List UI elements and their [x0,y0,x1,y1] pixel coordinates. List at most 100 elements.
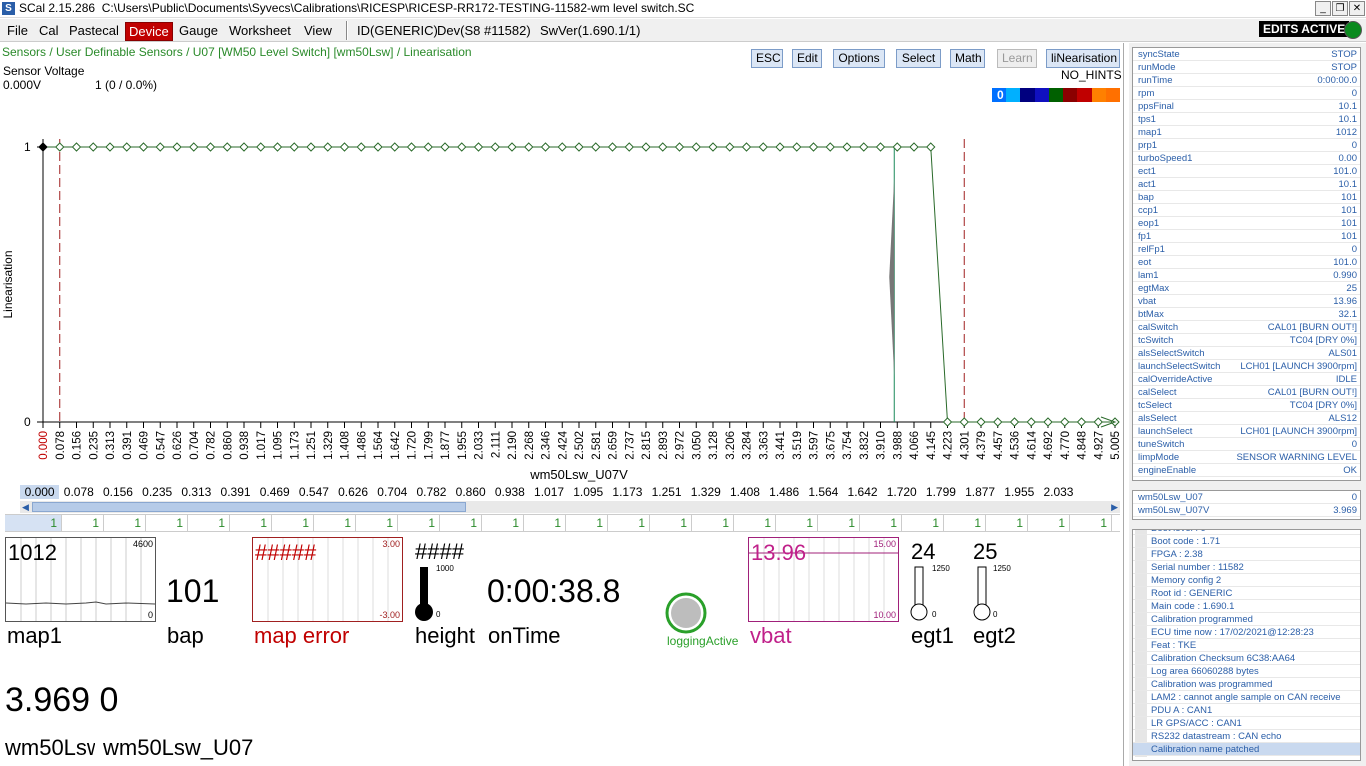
cell-axis-value[interactable]: 0.860 [451,485,490,499]
cell-axis-value[interactable]: 1.955 [1000,485,1039,499]
scroll-right-icon[interactable]: ▶ [1111,501,1118,513]
cell-value[interactable]: 1 [860,515,902,531]
cell-axis-value[interactable]: 0.156 [98,485,137,499]
minimize-button[interactable]: _ [1315,1,1331,16]
cell-value[interactable]: 1 [1112,515,1120,531]
cell-axis-value[interactable]: 1.720 [882,485,921,499]
cell-axis-value[interactable]: 1.799 [921,485,960,499]
status-row[interactable]: btMax 32.1 [1133,308,1360,321]
cell-value[interactable]: 1 [482,515,524,531]
cell-value[interactable]: 1 [692,515,734,531]
cell-axis-value[interactable]: 0.078 [59,485,98,499]
cell-axis-value[interactable]: 1.173 [608,485,647,499]
cell-value[interactable]: 1 [5,515,62,531]
cell-axis-value[interactable]: 1.642 [843,485,882,499]
cell-value[interactable]: 1 [440,515,482,531]
status-row[interactable]: prp1 0 [1133,139,1360,152]
status-row[interactable]: tcSelect TC04 [DRY 0%] [1133,399,1360,412]
cell-axis-value[interactable]: 0.000 [20,485,60,499]
esc-button[interactable]: ESC [751,49,783,68]
status-row[interactable]: lam1 0.990 [1133,269,1360,282]
edit-button[interactable]: Edit [792,49,822,68]
cell-value[interactable]: 1 [230,515,272,531]
select-button[interactable]: Select [896,49,941,68]
menu-view[interactable]: View [304,22,332,39]
cell-axis-value[interactable]: 0.547 [294,485,333,499]
cell-axis-value[interactable]: 1.408 [725,485,764,499]
status-row[interactable]: tps1 10.1 [1133,113,1360,126]
scroll-thumb[interactable] [32,502,466,512]
cell-value[interactable]: 1 [398,515,440,531]
status-row[interactable]: turboSpeed1 0.00 [1133,152,1360,165]
status-row[interactable]: alsSelect ALS12 [1133,412,1360,425]
cell-value[interactable]: 1 [104,515,146,531]
status-row[interactable]: runTime 0:00:00.0 [1133,74,1360,87]
cell-value[interactable]: 1 [734,515,776,531]
status-row[interactable]: tuneSwitch 0 [1133,438,1360,451]
status-row[interactable]: act1 10.1 [1133,178,1360,191]
cell-value[interactable]: 1 [818,515,860,531]
cell-axis-value[interactable]: 1.877 [961,485,1000,499]
status-row[interactable]: bap 101 [1133,191,1360,204]
cell-value[interactable]: 1 [272,515,314,531]
menu-pastecal[interactable]: Pastecal [69,22,119,39]
watch-row[interactable]: wm50Lsw_U07V 3.969 [1133,504,1360,517]
status-row[interactable]: map1 1012 [1133,126,1360,139]
cell-axis-value[interactable]: 1.486 [765,485,804,499]
options-button[interactable]: Options [833,49,885,68]
cell-axis-value[interactable]: 2.033 [1039,485,1078,499]
menu-cal[interactable]: Cal [39,22,59,39]
cell-axis-value[interactable]: 0.391 [216,485,255,499]
menu-worksheet[interactable]: Worksheet [229,22,291,39]
cell-axis-value[interactable]: 0.704 [373,485,412,499]
cell-value[interactable]: 1 [608,515,650,531]
status-row[interactable]: ppsFinal 10.1 [1133,100,1360,113]
cell-axis-value[interactable]: 1.017 [529,485,568,499]
status-row[interactable]: calOverrideActive IDLE [1133,373,1360,386]
cell-axis-value[interactable]: 1.095 [569,485,608,499]
cell-value[interactable]: 1 [146,515,188,531]
cell-value[interactable]: 1 [1028,515,1070,531]
cell-axis-value[interactable]: 0.782 [412,485,451,499]
status-row[interactable]: syncState STOP [1133,48,1360,61]
learn-button[interactable]: Learn [997,49,1037,68]
status-row[interactable]: eot 101.0 [1133,256,1360,269]
status-row[interactable]: egtMax 25 [1133,282,1360,295]
cell-axis-value[interactable]: 1.564 [804,485,843,499]
cell-value[interactable]: 1 [986,515,1028,531]
cell-axis-value[interactable]: 0.626 [334,485,373,499]
cell-value[interactable]: 1 [1070,515,1112,531]
status-row[interactable]: launchSelect LCH01 [LAUNCH 3900rpm] [1133,425,1360,438]
status-row[interactable]: calSwitch CAL01 [BURN OUT!] [1133,321,1360,334]
status-row[interactable]: calSelect CAL01 [BURN OUT!] [1133,386,1360,399]
math-button[interactable]: Math [950,49,985,68]
status-row[interactable]: vbat 13.96 [1133,295,1360,308]
cell-axis-value[interactable]: 1.329 [686,485,725,499]
status-row[interactable]: ect1 101.0 [1133,165,1360,178]
status-row[interactable]: eop1 101 [1133,217,1360,230]
status-row[interactable]: fp1 101 [1133,230,1360,243]
status-row[interactable]: launchSelectSwitch LCH01 [LAUNCH 3900rpm] [1133,360,1360,373]
menu-device[interactable]: Device [125,22,173,41]
cell-value[interactable]: 1 [188,515,230,531]
status-row[interactable]: rpm 0 [1133,87,1360,100]
cell-value[interactable]: 1 [314,515,356,531]
cell-value[interactable]: 1 [566,515,608,531]
linearisation-button[interactable]: liNearisation [1046,49,1120,68]
status-row[interactable]: alsSelectSwitch ALS01 [1133,347,1360,360]
watch-row[interactable]: wm50Lsw_U07 0 [1133,491,1360,504]
menu-file[interactable]: File [7,22,28,39]
cell-axis-value[interactable]: 0.469 [255,485,294,499]
cell-value[interactable]: 1 [776,515,818,531]
cell-axis-value[interactable]: 0.938 [490,485,529,499]
status-row[interactable]: runMode STOP [1133,61,1360,74]
cell-axis-value[interactable]: 1.251 [647,485,686,499]
cell-value[interactable]: 1 [944,515,986,531]
cell-value[interactable]: 1 [524,515,566,531]
menu-gauge[interactable]: Gauge [179,22,218,39]
status-row[interactable]: tcSwitch TC04 [DRY 0%] [1133,334,1360,347]
cell-axis-value[interactable]: 0.313 [177,485,216,499]
status-row[interactable]: relFp1 0 [1133,243,1360,256]
horizontal-scrollbar[interactable]: ◀ ▶ [20,501,1120,513]
scroll-left-icon[interactable]: ◀ [22,501,29,513]
